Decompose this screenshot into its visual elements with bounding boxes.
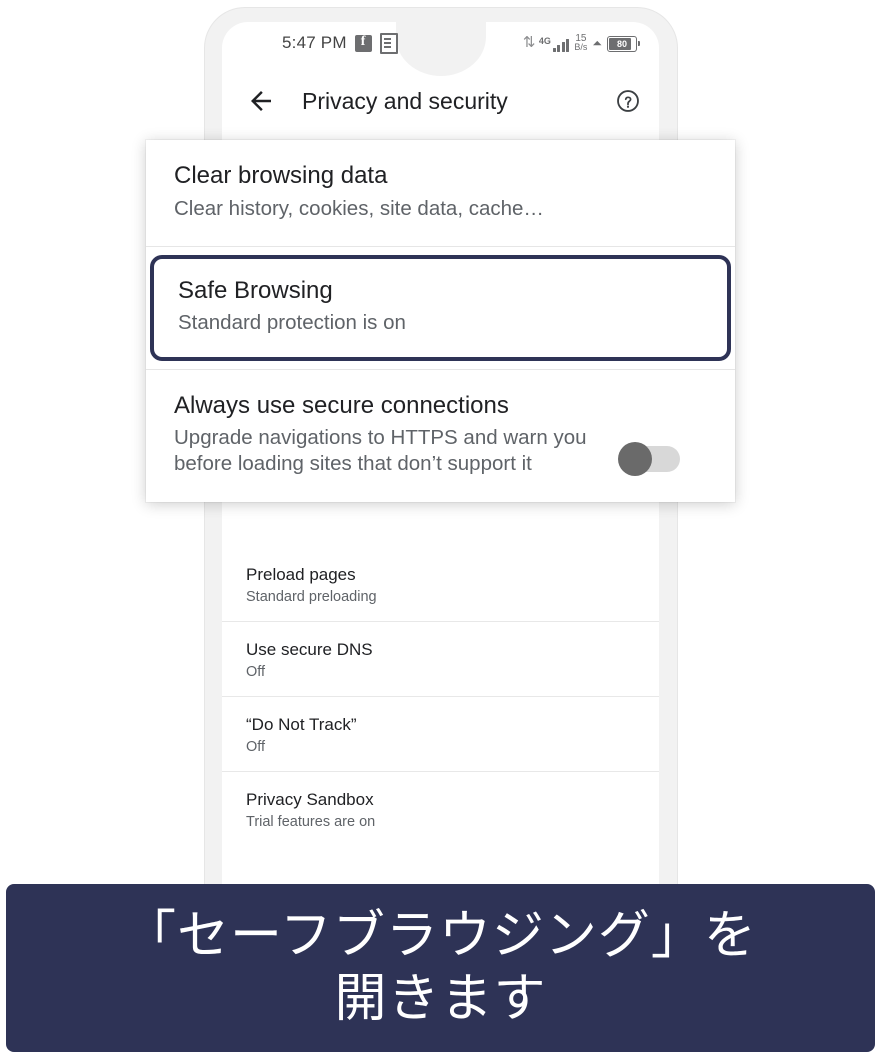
data-speed-indicator: 15 B/s bbox=[574, 34, 587, 52]
overlay-item-always-use-secure-connections[interactable]: Always use secure connections Upgrade na… bbox=[146, 370, 735, 502]
caption-line-1: 「セーフブラウジング」を bbox=[124, 905, 757, 966]
back-arrow-icon[interactable] bbox=[246, 86, 276, 116]
list-item-title: Preload pages bbox=[246, 565, 356, 584]
toggle-knob bbox=[618, 441, 652, 476]
overlay-item-subtitle: Standard protection is on bbox=[178, 311, 406, 335]
signal-strength-icon: 4G bbox=[539, 37, 570, 52]
list-item-subtitle: Off bbox=[246, 739, 266, 755]
overlay-item-title: Safe Browsing bbox=[178, 276, 333, 304]
caption-line-2: 開きます bbox=[334, 969, 547, 1029]
status-time: 5:47 PM bbox=[282, 33, 347, 52]
list-item-subtitle: Trial features are on bbox=[246, 814, 376, 830]
caption-banner: 「セーフブラウジング」を 開きます bbox=[6, 884, 875, 1052]
list-item-preload-pages[interactable]: Preload pages Standard preloading bbox=[222, 547, 659, 622]
network-type-label: 4G bbox=[538, 36, 551, 46]
app-notification-icon bbox=[379, 32, 398, 54]
overlay-card: Clear browsing data Clear history, cooki… bbox=[146, 140, 735, 502]
alarm-icon: ⏶ bbox=[592, 36, 602, 50]
data-speed-unit: B/s bbox=[574, 42, 588, 52]
page-title: Privacy and security bbox=[302, 87, 508, 114]
overlay-item-title: Always use secure connections bbox=[174, 391, 509, 419]
secure-connections-toggle[interactable] bbox=[618, 441, 680, 476]
status-bar-right: ⇅ 4G 15 B/s ⏶ 80 bbox=[522, 34, 640, 52]
help-icon[interactable] bbox=[615, 88, 641, 114]
list-item-title: Use secure DNS bbox=[246, 640, 373, 659]
overlay-item-safe-browsing-wrapper: Safe Browsing Standard protection is on bbox=[146, 247, 735, 361]
overlay-item-clear-browsing-data[interactable]: Clear browsing data Clear history, cooki… bbox=[146, 140, 735, 246]
overlay-item-safe-browsing[interactable]: Safe Browsing Standard protection is on bbox=[150, 254, 731, 361]
list-item-title: Privacy Sandbox bbox=[246, 790, 374, 809]
list-item-use-secure-dns[interactable]: Use secure DNS Off bbox=[222, 622, 659, 697]
battery-level-label: 80 bbox=[616, 39, 627, 49]
signal-bars-icon bbox=[552, 38, 570, 52]
overlay-item-title: Clear browsing data bbox=[174, 162, 388, 189]
list-item-subtitle: Standard preloading bbox=[246, 589, 377, 605]
sync-arrows-icon: ⇅ bbox=[522, 34, 536, 51]
overlay-item-subtitle: Upgrade navigations to HTTPS and warn yo… bbox=[174, 426, 587, 476]
list-item-subtitle: Off bbox=[246, 664, 266, 680]
facebook-icon bbox=[354, 34, 372, 52]
list-item-title: “Do Not Track” bbox=[246, 715, 357, 734]
overlay-item-texts: Always use secure connections Upgrade na… bbox=[174, 392, 604, 478]
list-item-do-not-track[interactable]: “Do Not Track” Off bbox=[222, 697, 659, 772]
list-item-privacy-sandbox[interactable]: Privacy Sandbox Trial features are on bbox=[222, 772, 659, 846]
battery-icon: 80 bbox=[607, 36, 640, 52]
status-bar-left: 5:47 PM bbox=[282, 32, 398, 54]
overlay-item-subtitle: Clear history, cookies, site data, cache… bbox=[174, 196, 544, 220]
app-header: Privacy and security bbox=[222, 72, 659, 130]
status-bar: 5:47 PM ⇅ 4G 15 B/s ⏶ 80 bbox=[222, 28, 659, 58]
